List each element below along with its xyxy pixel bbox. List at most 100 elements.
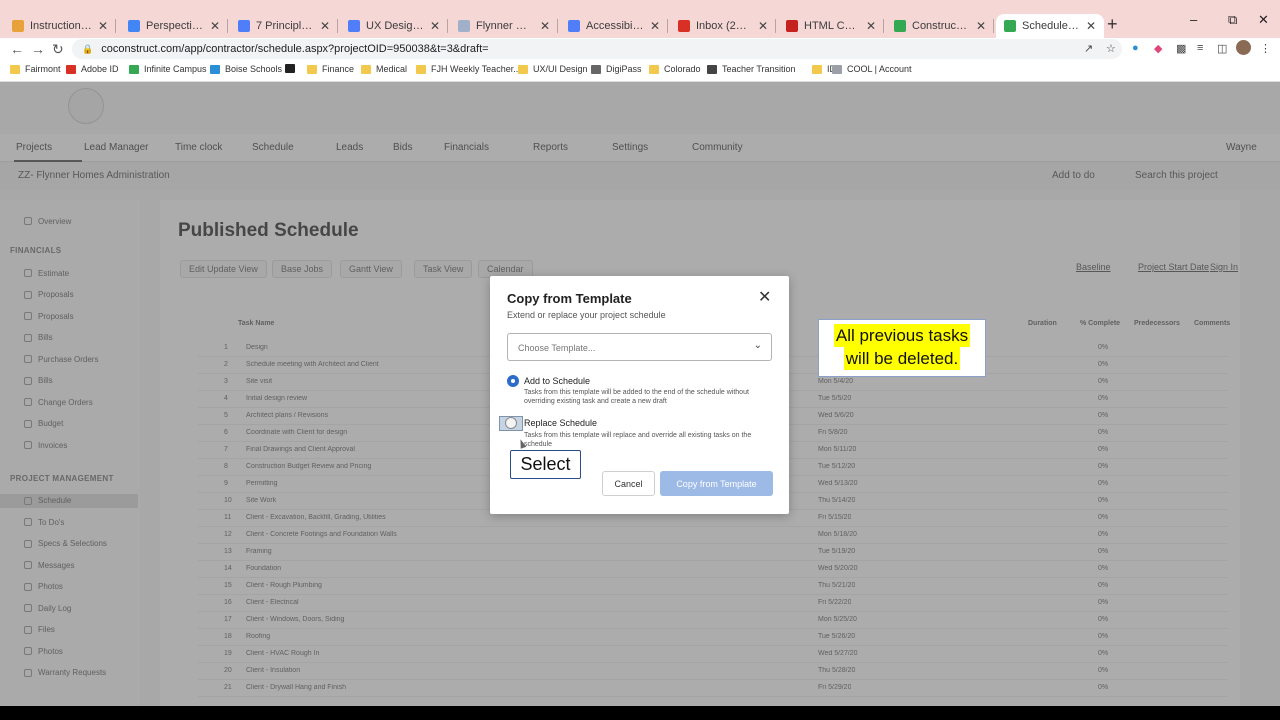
tab-close-icon[interactable]: ✕ [650,19,660,33]
browser-tab[interactable]: Accessibility and In ✕ [560,14,668,38]
bookmark-icon [361,64,371,74]
extension-icon[interactable]: ● [1132,42,1139,54]
bookmark-item[interactable]: Fairmont [10,64,61,74]
cancel-button[interactable]: Cancel [602,471,655,496]
browser-tab[interactable]: Instructional Desig ✕ [4,14,116,38]
share-icon[interactable]: ↗ [1084,42,1093,55]
bookmark-icon [129,64,139,74]
tab-close-icon[interactable]: ✕ [430,19,440,33]
bookmark-item[interactable]: COOL | Account [832,64,912,74]
bookmark-icon [10,64,20,74]
bookmark-icon [307,64,317,74]
tab-favicon-icon [348,20,360,32]
bookmark-label: Adobe ID [81,64,119,74]
add-to-schedule-radio[interactable] [507,375,519,387]
tab-title: 7 Principles of UD [256,20,314,32]
tab-title: HTML Color Picker [804,20,860,32]
tab-title: Instructional Desig [30,20,92,32]
bookmark-item[interactable]: Infinite Campus [129,64,207,74]
browser-tab[interactable]: Flynner Homes On ✕ [450,14,558,38]
lock-icon: 🔒 [82,43,94,54]
browser-tab[interactable]: HTML Color Picker ✕ [778,14,884,38]
back-icon[interactable]: ← [10,41,24,57]
bookmark-item[interactable]: DigiPass [591,64,642,74]
template-select[interactable]: Choose Template... ⌄ [507,333,772,361]
window-close-icon[interactable]: ✕ [1258,12,1269,28]
tab-close-icon[interactable]: ✕ [320,19,330,33]
bookmark-item[interactable]: FJH Weekly Teacher... [416,64,521,74]
warning-callout: All previous tasks will be deleted. [818,319,986,377]
tab-favicon-icon [12,20,24,32]
extension-icon[interactable]: ◆ [1154,42,1162,55]
profile-avatar[interactable] [1236,40,1251,55]
replace-schedule-radio[interactable] [505,417,517,429]
bookmark-item[interactable] [285,64,300,73]
bookmark-label: UX/UI Design [533,64,588,74]
template-select-placeholder: Choose Template... [518,343,596,353]
bookmark-item[interactable]: Colorado [649,64,701,74]
reload-icon[interactable]: ↻ [52,41,64,58]
copy-from-template-button[interactable]: Copy from Template [660,471,773,496]
bookmark-item[interactable]: Adobe ID [66,64,119,74]
bookmark-icon [210,64,220,74]
minimize-icon[interactable]: – [1190,12,1197,27]
tab-favicon-icon [678,20,690,32]
replace-schedule-label[interactable]: Replace Schedule [524,418,597,428]
tab-favicon-icon [238,20,250,32]
browser-tab[interactable]: Inbox (23,995) - je ✕ [670,14,776,38]
replace-schedule-description: Tasks from this template will replace an… [524,432,752,448]
bookmark-icon [591,64,601,74]
bookmark-icon [707,64,717,74]
browser-tab[interactable]: Perspective on Vis ✕ [120,14,228,38]
maximize-icon[interactable]: ⧉ [1228,12,1237,28]
dialog-title: Copy from Template [507,291,632,306]
extensions-puzzle-icon[interactable]: ▩ [1176,42,1186,55]
bookmark-icon [66,64,76,74]
tab-close-icon[interactable]: ✕ [866,19,876,33]
bookmark-icon [832,64,842,74]
browser-tab[interactable]: 7 Principles of UD ✕ [230,14,338,38]
browser-toolbar: ← → ↻ 🔒 coconstruct.com/app/contractor/s… [0,38,1280,60]
browser-tab[interactable]: UX Design Process ✕ [340,14,448,38]
browser-tab[interactable]: Schedule - ZZ- Flyn ✕ [996,14,1104,38]
bookmark-icon [518,64,528,74]
tab-favicon-icon [128,20,140,32]
tab-close-icon[interactable]: ✕ [540,19,550,33]
bookmark-star-icon[interactable]: ☆ [1106,42,1116,55]
tab-close-icon[interactable]: ✕ [98,19,108,33]
menu-kebab-icon[interactable]: ⋮ [1260,42,1271,55]
tab-title: Inbox (23,995) - je [696,20,752,32]
bookmark-label: Medical [376,64,408,74]
side-panel-icon[interactable]: ◫ [1217,42,1227,55]
bookmark-icon [649,64,659,74]
bookmark-item[interactable]: Medical [361,64,407,74]
bookmarks-bar: Fairmont Adobe ID Infinite Campus Boise Sch… [0,60,1280,82]
bookmark-label: COOL | Account [847,64,912,74]
bookmark-label: DigiPass [606,64,642,74]
close-icon[interactable]: ✕ [758,287,771,307]
bookmark-label: Boise Schools [225,64,283,74]
bookmark-label: Finance [322,64,355,74]
address-bar[interactable]: 🔒 coconstruct.com/app/contractor/schedul… [72,39,1122,59]
forward-icon[interactable]: → [31,41,45,57]
bookmark-item[interactable]: Finance [307,64,354,74]
tab-favicon-icon [458,20,470,32]
reading-list-icon[interactable]: ≡ [1197,42,1203,54]
new-tab-button[interactable]: + [1107,14,1118,35]
browser-tab[interactable]: Construction Mana ✕ [886,14,994,38]
tab-close-icon[interactable]: ✕ [210,19,220,33]
bookmark-item[interactable]: Teacher Transition [707,64,796,74]
tab-favicon-icon [1004,20,1016,32]
tab-close-icon[interactable]: ✕ [976,19,986,33]
add-to-schedule-label[interactable]: Add to Schedule [524,376,590,386]
tab-title: UX Design Process [366,20,424,32]
chevron-down-icon: ⌄ [753,340,762,351]
warning-line-1: All previous tasks [833,324,971,347]
bookmark-item[interactable]: Boise Schools [210,64,282,74]
tab-close-icon[interactable]: ✕ [758,19,768,33]
bookmark-item[interactable]: UX/UI Design [518,64,588,74]
tab-close-icon[interactable]: ✕ [1086,19,1096,33]
tab-title: Accessibility and In [586,20,644,32]
bookmark-label: Fairmont [25,64,61,74]
address-url: coconstruct.com/app/contractor/schedule.… [101,43,489,55]
